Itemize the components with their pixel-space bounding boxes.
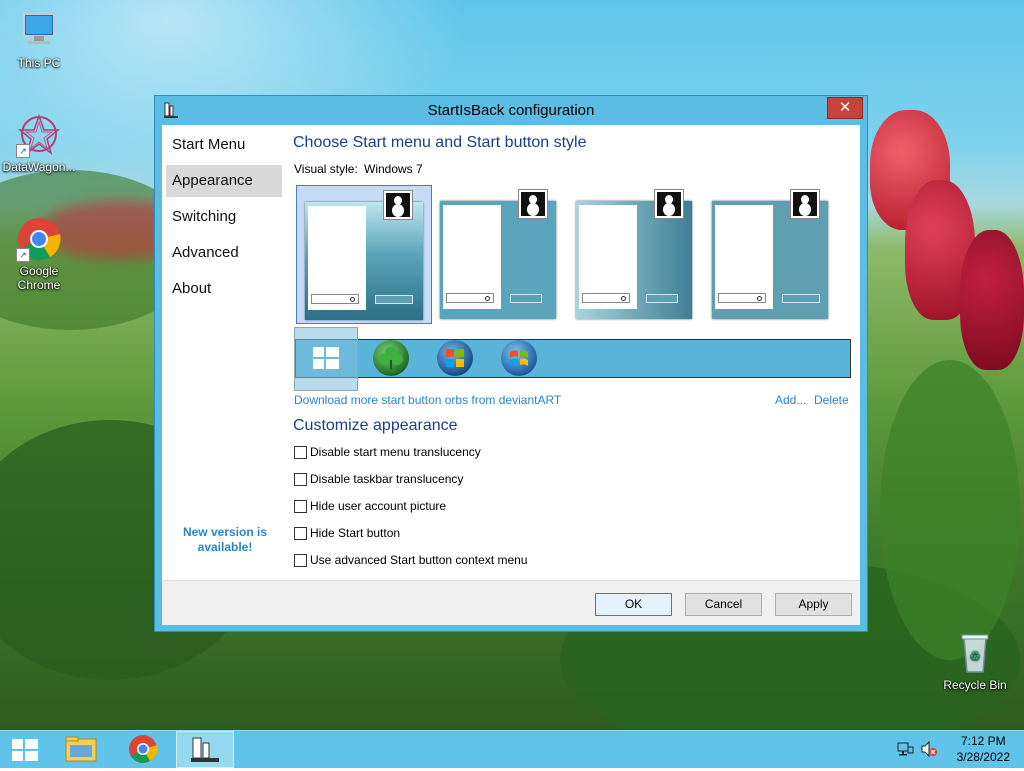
apply-button[interactable]: Apply (775, 593, 852, 616)
nav-advanced[interactable]: Advanced (166, 237, 282, 269)
orb-windows8-flag[interactable] (294, 327, 358, 391)
style-section-heading: Choose Start menu and Start button style (293, 134, 587, 151)
chrome-icon: ↗ (16, 216, 62, 262)
speaker-muted-icon[interactable] (920, 740, 938, 758)
dialog-client-area: Start Menu Appearance Switching Advanced… (162, 125, 860, 625)
orb-windows-color[interactable] (437, 340, 473, 376)
style-thumbnail-3[interactable] (572, 185, 698, 324)
title-bar[interactable]: StartIsBack configuration ✕ (155, 96, 867, 124)
taskbar-chrome[interactable] (118, 731, 168, 768)
visual-style-label: Visual style: (294, 162, 358, 176)
delete-orb-link[interactable]: Delete (814, 393, 849, 407)
chrome-desktop-icon[interactable]: ↗ Google Chrome (1, 216, 77, 292)
new-version-link[interactable]: New version is available! (167, 525, 283, 555)
windows7-logo-icon (510, 350, 528, 366)
add-orb-link[interactable]: Add... (775, 393, 806, 407)
chrome-label: Google Chrome (17, 264, 61, 292)
clover-icon (379, 346, 403, 369)
nav-about[interactable]: About (166, 273, 282, 305)
ok-button[interactable]: OK (595, 593, 672, 616)
shortcut-arrow-icon: ↗ (16, 248, 30, 262)
dialog-footer: OK Cancel Apply (162, 580, 860, 625)
visual-style-value: Windows 7 (364, 162, 423, 176)
orb-clover[interactable] (373, 340, 409, 376)
datawagon-desktop-icon[interactable]: ↗ DataWagon... (1, 112, 77, 174)
folder-icon (65, 736, 97, 762)
user-picture-icon (518, 189, 548, 219)
taskbar: 7:12 PM 3/28/2022 (0, 730, 1024, 768)
download-orbs-link[interactable]: Download more start button orbs from dev… (294, 393, 561, 407)
close-button[interactable]: ✕ (827, 97, 863, 119)
style-thumbnail-4[interactable] (708, 185, 834, 324)
nav-appearance[interactable]: Appearance (166, 165, 282, 197)
startisback-icon (191, 737, 219, 762)
user-picture-icon (790, 189, 820, 219)
network-icon[interactable] (896, 740, 914, 758)
svg-text:♻: ♻ (970, 649, 981, 663)
startisback-config-window: StartIsBack configuration ✕ Start Menu A… (154, 95, 868, 632)
style-thumbnail-2[interactable] (436, 185, 562, 324)
shortcut-arrow-icon: ↗ (16, 144, 30, 158)
recycle-bin-desktop-icon[interactable]: ♻ Recycle Bin (937, 630, 1013, 692)
chrome-icon (129, 735, 158, 763)
customize-section-heading: Customize appearance (293, 417, 458, 434)
taskbar-startisback[interactable] (176, 731, 234, 768)
cancel-button[interactable]: Cancel (685, 593, 762, 616)
this-pc-desktop-icon[interactable]: This PC (1, 8, 77, 70)
datawagon-icon: ↗ (16, 112, 62, 158)
nav-start-menu[interactable]: Start Menu (166, 129, 282, 161)
recycle-bin-label: Recycle Bin (943, 678, 1007, 692)
user-picture-icon (383, 190, 413, 220)
computer-icon (16, 8, 62, 54)
recycle-bin-icon: ♻ (952, 630, 998, 676)
checkbox[interactable] (294, 527, 307, 540)
datawagon-label: DataWagon... (2, 160, 76, 174)
window-title: StartIsBack configuration (427, 102, 595, 119)
taskbar-file-explorer[interactable] (56, 731, 106, 768)
checkbox[interactable] (294, 554, 307, 567)
this-pc-label: This PC (17, 56, 61, 70)
checkbox[interactable] (294, 446, 307, 459)
clock-time: 7:12 PM (960, 734, 1006, 748)
windows-logo-icon (446, 349, 464, 367)
windows-start-icon (12, 739, 38, 761)
style-thumbnail-1[interactable] (296, 185, 432, 324)
sidebar-nav: Start Menu Appearance Switching Advanced… (162, 125, 288, 580)
windows-flag-icon (313, 347, 339, 369)
start-button[interactable] (0, 731, 50, 768)
checkbox[interactable] (294, 473, 307, 486)
system-clock[interactable]: 7:12 PM 3/28/2022 (957, 733, 1010, 765)
nav-switching[interactable]: Switching (166, 201, 282, 233)
user-picture-icon (654, 189, 684, 219)
orb-windows7[interactable] (501, 340, 537, 376)
checkbox[interactable] (294, 500, 307, 513)
clock-date: 3/28/2022 (956, 750, 1010, 764)
